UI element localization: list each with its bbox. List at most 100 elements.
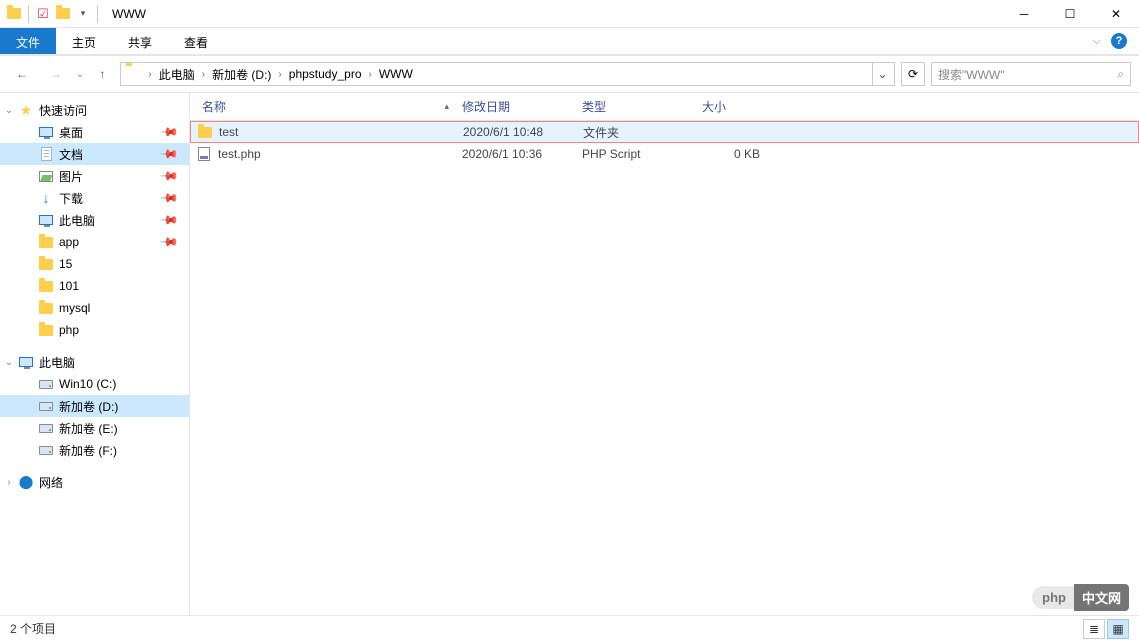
sidebar-drive-item[interactable]: Win10 (C:) <box>0 373 189 395</box>
col-header-type[interactable]: 类型 <box>576 93 696 120</box>
file-type: 文件夹 <box>577 124 697 141</box>
chevron-right-icon[interactable]: › <box>4 477 14 488</box>
drive-icon <box>38 376 54 392</box>
tree-label: 101 <box>59 279 79 293</box>
file-row[interactable]: test.php2020/6/1 10:36PHP Script0 KB <box>190 143 1139 165</box>
title-bar: ☑ ▾ WWW ─ ☐ ✕ <box>0 0 1139 28</box>
nav-history-dropdown[interactable]: ⌄ <box>76 69 84 80</box>
file-row[interactable]: test 2020/6/1 10:48文件夹 <box>190 121 1139 143</box>
refresh-button[interactable]: ⟳ <box>901 62 925 86</box>
folder-icon <box>38 256 54 272</box>
tree-label: 图片 <box>59 168 83 185</box>
watermark-brand: php <box>1032 586 1074 609</box>
address-dropdown-icon[interactable]: ⌄ <box>872 63 892 85</box>
col-header-label: 修改日期 <box>462 98 510 115</box>
col-header-size[interactable]: 大小 <box>696 93 766 120</box>
minimize-button[interactable]: ─ <box>1001 0 1047 27</box>
breadcrumb-part[interactable]: 新加卷 (D:) <box>208 63 275 85</box>
maximize-button[interactable]: ☐ <box>1047 0 1093 27</box>
view-icons-button[interactable]: ▦ <box>1107 619 1129 639</box>
quick-access-toolbar: ☑ ▾ <box>0 5 106 23</box>
app-folder-icon <box>6 6 22 22</box>
nav-up-button[interactable]: ↑ <box>90 60 114 88</box>
pin-icon: 📌 <box>159 188 179 208</box>
file-name: test.php <box>218 147 261 161</box>
nav-back-button[interactable]: ← <box>8 60 36 88</box>
tree-label: 桌面 <box>59 124 83 141</box>
breadcrumb-chevron-icon[interactable]: › <box>366 69 375 80</box>
sidebar-drive-item[interactable]: 新加卷 (D:) <box>0 395 189 417</box>
sidebar-quick-item[interactable]: 101 <box>0 275 189 297</box>
breadcrumb-root[interactable]: 此电脑 <box>155 63 199 85</box>
file-name: test <box>219 125 238 139</box>
sidebar-quick-item[interactable]: ↓下载📌 <box>0 187 189 209</box>
watermark: php 中文网 <box>1032 584 1129 611</box>
search-placeholder: 搜索"WWW" <box>938 66 1005 83</box>
folder-icon <box>38 300 54 316</box>
pin-icon: 📌 <box>159 166 179 186</box>
tree-label: app <box>59 235 79 249</box>
file-date: 2020/6/1 10:48 <box>457 125 577 139</box>
breadcrumb-chevron-icon[interactable]: › <box>199 69 208 80</box>
folder-icon <box>38 278 54 294</box>
breadcrumb-chevron-icon[interactable]: › <box>275 69 284 80</box>
tree-label: php <box>59 323 79 337</box>
breadcrumb-part[interactable]: phpstudy_pro <box>285 63 366 85</box>
qat-overflow-icon[interactable]: ▾ <box>75 6 91 22</box>
search-input[interactable]: 搜索"WWW" ⌕ <box>931 62 1131 86</box>
breadcrumb-part[interactable]: WWW <box>375 63 417 85</box>
sidebar-quick-item[interactable]: app 📌 <box>0 231 189 253</box>
sidebar-quick-item[interactable]: 15 <box>0 253 189 275</box>
pin-icon: 📌 <box>159 144 179 164</box>
col-header-label: 大小 <box>702 98 726 115</box>
qat-new-folder-icon[interactable] <box>55 6 71 22</box>
view-details-button[interactable]: ≣ <box>1083 619 1105 639</box>
tree-label: 15 <box>59 257 72 271</box>
tree-network[interactable]: › ⬤ 网络 <box>0 471 189 493</box>
folder-icon <box>38 234 54 250</box>
file-list[interactable]: 名称 ▴ 修改日期 类型 大小 test2020/6/1 10:48文件夹tes… <box>190 93 1139 615</box>
close-button[interactable]: ✕ <box>1093 0 1139 27</box>
tab-view[interactable]: 查看 <box>168 28 224 54</box>
monitor-icon <box>18 354 34 370</box>
tree-quick-access[interactable]: ⌄ ★ 快速访问 <box>0 99 189 121</box>
nav-tree[interactable]: ⌄ ★ 快速访问 桌面📌文档📌图片📌↓下载📌此电脑📌app📌15101mysql… <box>0 93 190 615</box>
chevron-down-icon[interactable]: ⌄ <box>4 105 14 116</box>
chevron-down-icon[interactable]: ⌄ <box>4 357 14 368</box>
sidebar-quick-item[interactable]: mysql <box>0 297 189 319</box>
tree-label: 网络 <box>39 474 63 491</box>
tab-file[interactable]: 文件 <box>0 28 56 54</box>
col-header-label: 名称 <box>202 98 226 115</box>
tab-share[interactable]: 共享 <box>112 28 168 54</box>
col-header-date[interactable]: 修改日期 <box>456 93 576 120</box>
col-header-name[interactable]: 名称 ▴ <box>196 93 456 120</box>
breadcrumb-chevron-icon[interactable]: › <box>145 69 154 80</box>
navigation-bar: ← → ⌄ ↑ › 此电脑 › 新加卷 (D:) › phpstudy_pro … <box>0 56 1139 92</box>
sidebar-drive-item[interactable]: 新加卷 (E:) <box>0 417 189 439</box>
tab-home[interactable]: 主页 <box>56 28 112 54</box>
qat-properties-icon[interactable]: ☑ <box>35 6 51 22</box>
pin-icon: 📌 <box>159 232 179 252</box>
tree-label: mysql <box>59 301 90 315</box>
pin-icon: 📌 <box>159 210 179 230</box>
sidebar-quick-item[interactable]: 文档📌 <box>0 143 189 165</box>
tree-label: 此电脑 <box>39 354 75 371</box>
help-icon[interactable]: ? <box>1111 33 1127 49</box>
nav-forward-button[interactable]: → <box>42 60 70 88</box>
address-bar[interactable]: › 此电脑 › 新加卷 (D:) › phpstudy_pro › WWW ⌄ <box>120 62 895 86</box>
folder-icon <box>38 322 54 338</box>
tree-label: 新加卷 (D:) <box>59 398 118 415</box>
ribbon-expand-icon[interactable]: ⌵ <box>1093 35 1101 48</box>
tree-this-pc[interactable]: ⌄ 此电脑 <box>0 351 189 373</box>
sidebar-quick-item[interactable]: php <box>0 319 189 341</box>
tree-label: 此电脑 <box>59 212 95 229</box>
sidebar-quick-item[interactable]: 桌面📌 <box>0 121 189 143</box>
sidebar-quick-item[interactable]: 图片 📌 <box>0 165 189 187</box>
tree-label: 新加卷 (F:) <box>59 442 117 459</box>
sidebar-quick-item[interactable]: 此电脑 📌 <box>0 209 189 231</box>
folder-icon <box>197 124 213 140</box>
sidebar-drive-item[interactable]: 新加卷 (F:) <box>0 439 189 461</box>
column-headers: 名称 ▴ 修改日期 类型 大小 <box>190 93 1139 121</box>
star-icon: ★ <box>18 102 34 118</box>
drive-icon <box>38 420 54 436</box>
